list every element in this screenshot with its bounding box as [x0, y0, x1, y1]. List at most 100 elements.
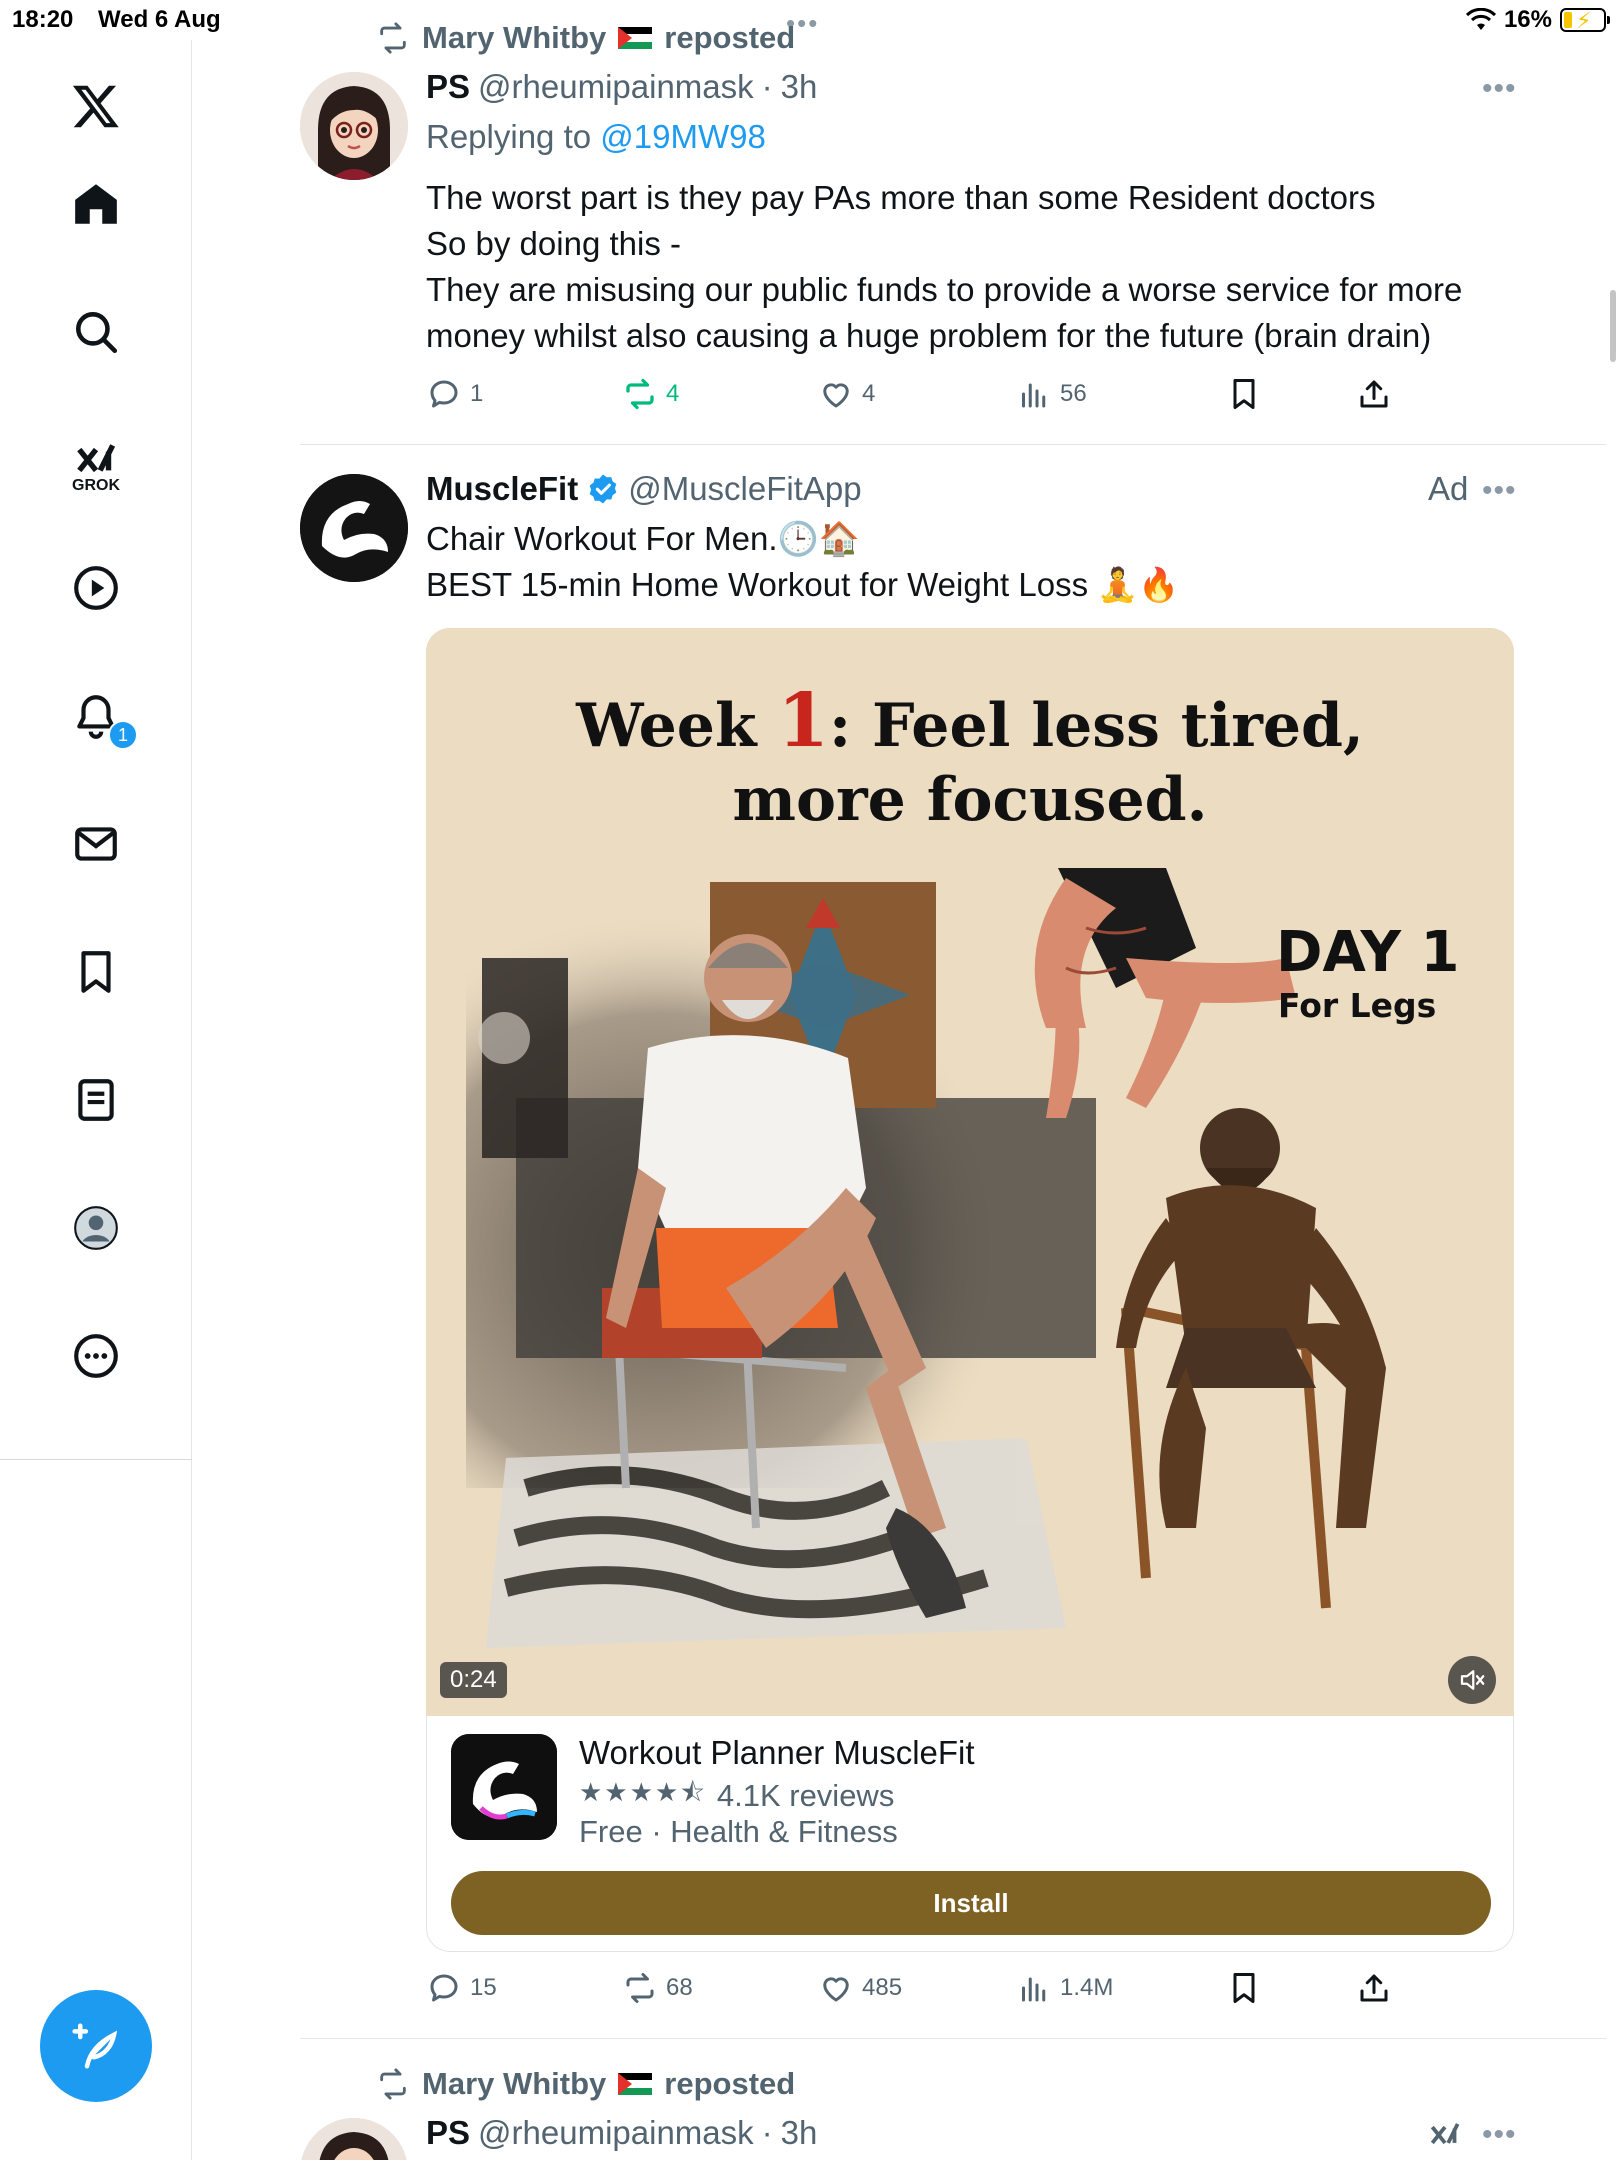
avatar[interactable]	[300, 474, 408, 582]
author-handle[interactable]: @rheumipainmask	[478, 68, 754, 106]
profile-icon[interactable]	[56, 1188, 136, 1268]
view-count: 1.4M	[1060, 1974, 1114, 2001]
scrollbar-thumb[interactable]	[1610, 290, 1616, 362]
more-options-icon[interactable]: •••	[1482, 72, 1517, 106]
like-button[interactable]: 4	[818, 376, 875, 412]
verified-badge-icon	[589, 474, 617, 504]
author-name[interactable]: PS	[426, 68, 470, 106]
day-subtitle: For Legs	[1278, 986, 1437, 1025]
sidebar-divider	[0, 1459, 192, 1460]
reply-count: 15	[470, 1974, 497, 2001]
search-icon[interactable]	[56, 292, 136, 372]
tweet-text-line: money whilst also causing a huge problem…	[426, 317, 1432, 354]
more-icon[interactable]	[56, 1316, 136, 1396]
tweet-text-line: So by doing this -	[426, 225, 681, 262]
bookmark-button[interactable]	[1226, 1970, 1262, 2006]
repost-icon	[626, 378, 654, 410]
reply-count: 1	[470, 380, 484, 407]
headline-part: : Feel less tired,	[828, 691, 1364, 761]
more-options-icon[interactable]: •••	[1482, 474, 1517, 508]
views-button[interactable]: 1.4M	[1016, 1970, 1113, 2006]
repost-suffix: reposted	[664, 20, 796, 55]
palestine-flag-icon	[618, 2073, 653, 2095]
messages-icon[interactable]	[56, 804, 136, 884]
post-time[interactable]: 3h	[781, 2114, 818, 2152]
mute-toggle-button[interactable]	[1448, 1656, 1496, 1704]
repost-icon	[626, 1973, 654, 2003]
repost-context[interactable]: Mary Whitby reposted	[376, 2066, 795, 2102]
video-icon[interactable]	[56, 548, 136, 628]
like-button[interactable]: 485	[818, 1970, 902, 2006]
muted-speaker-icon	[1460, 1670, 1485, 1690]
app-reviews: 4.1K reviews	[716, 1778, 895, 1813]
ad-video[interactable]: Week 1: Feel less tired, more focused. D…	[426, 628, 1514, 1716]
headline-week-number: 1	[777, 678, 829, 764]
day-title: DAY 1	[1276, 920, 1460, 985]
more-options-icon[interactable]: •••	[1482, 2118, 1517, 2152]
tweet-text-line: They are misusing our public funds to pr…	[426, 271, 1463, 308]
compose-post-button[interactable]	[40, 1990, 152, 2102]
repost-user: Mary Whitby	[422, 2066, 607, 2101]
reply-icon	[430, 380, 458, 408]
repost-user: Mary Whitby	[422, 20, 607, 55]
tweet-separator	[300, 444, 1606, 445]
reply-icon	[430, 1974, 458, 2002]
bookmark-icon	[1233, 379, 1255, 409]
share-button[interactable]	[1356, 1970, 1392, 2006]
grok-label: GROK	[72, 477, 120, 494]
x-logo-icon[interactable]	[56, 66, 136, 146]
share-icon	[1360, 1974, 1388, 2002]
headline-part: Week	[576, 691, 778, 761]
views-button[interactable]: 56	[1016, 376, 1087, 412]
video-headline: Week 1: Feel less tired, more focused.	[426, 684, 1514, 837]
views-icon	[1022, 383, 1046, 408]
bookmarks-icon[interactable]	[56, 932, 136, 1012]
install-button[interactable]: Install	[451, 1871, 1491, 1935]
tweet-text-line: BEST 15-min Home Workout for Weight Loss…	[426, 566, 1180, 603]
tweet-actions: 15 68 485 1.4M	[426, 1970, 1606, 2020]
tweet-text-line: Chair Workout For Men.🕒🏠	[426, 520, 860, 557]
lists-icon[interactable]	[56, 1060, 136, 1140]
reply-button[interactable]: 15	[426, 1970, 497, 2006]
repost-button[interactable]: 68	[622, 1970, 693, 2006]
timeline-feed: Mary Whitby reposted PS @rheumipainmask …	[192, 0, 1620, 2160]
separator-dot: ·	[761, 68, 773, 105]
repost-context[interactable]: Mary Whitby reposted	[376, 20, 795, 56]
compose-feather-icon	[72, 2023, 118, 2069]
app-name: Workout Planner MuscleFit	[579, 1734, 975, 1771]
avatar[interactable]	[300, 72, 408, 180]
sidebar: GROK 1	[0, 40, 192, 2160]
tweet-header: PS @rheumipainmask · 3h	[426, 68, 817, 106]
separator-dot: ·	[761, 2114, 773, 2151]
tweet-header: MuscleFit @MuscleFitApp	[426, 470, 862, 508]
app-icon[interactable]	[451, 1734, 557, 1840]
post-time[interactable]: 3h	[781, 68, 818, 106]
app-install-card[interactable]: Workout Planner MuscleFit ★★★★⯪ 4.1K rev…	[426, 1716, 1514, 1952]
app-rating: ★★★★⯪ 4.1K reviews	[579, 1774, 894, 1818]
tweet-actions: 1 4 4 56	[426, 376, 1606, 426]
status-time: 18:20	[12, 6, 74, 33]
tweet-text: The worst part is they pay PAs more than…	[426, 175, 1462, 359]
repost-button[interactable]: 4	[622, 376, 679, 412]
grok-icon[interactable]	[1426, 2116, 1464, 2159]
star-rating-icon: ★★★★⯪	[579, 1777, 707, 1807]
home-icon[interactable]	[56, 164, 136, 244]
author-name[interactable]: MuscleFit	[426, 470, 578, 508]
avatar[interactable]	[300, 2118, 408, 2160]
replying-to-user[interactable]: @19MW98	[600, 118, 766, 155]
share-button[interactable]	[1356, 376, 1392, 412]
author-name[interactable]: PS	[426, 2114, 470, 2152]
reply-button[interactable]: 1	[426, 376, 483, 412]
repost-icon	[380, 2068, 406, 2100]
palestine-flag-icon	[618, 27, 653, 49]
tweet-header: PS @rheumipainmask · 3h	[426, 2114, 817, 2152]
like-count: 485	[862, 1974, 903, 2001]
author-handle[interactable]: @rheumipainmask	[478, 2114, 754, 2152]
repost-count: 4	[666, 380, 680, 407]
views-icon	[1022, 1977, 1046, 2002]
video-duration: 0:24	[440, 1662, 507, 1698]
headline-line2: more focused.	[732, 765, 1208, 835]
ad-label: Ad	[1428, 470, 1469, 507]
bookmark-button[interactable]	[1226, 376, 1262, 412]
author-handle[interactable]: @MuscleFitApp	[628, 470, 861, 508]
